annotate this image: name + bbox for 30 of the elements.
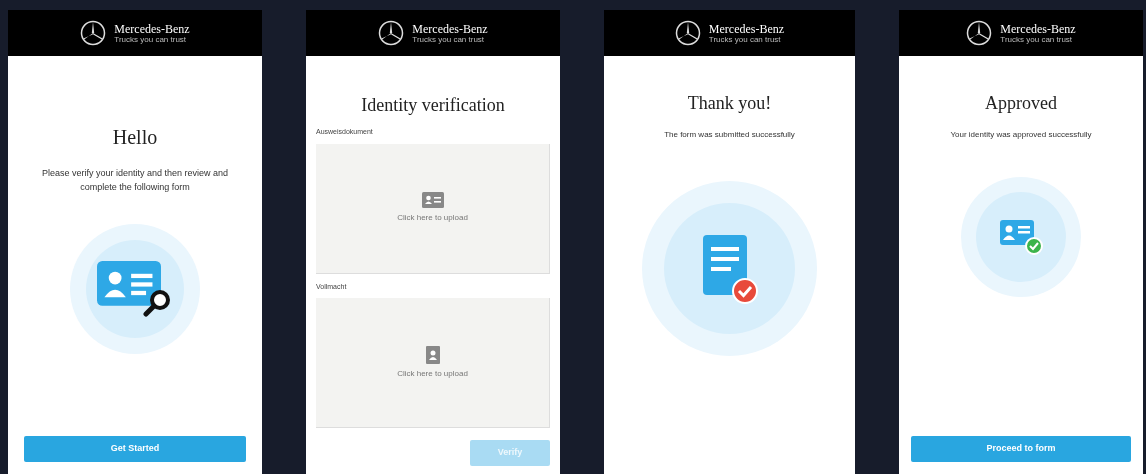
id-card-icon — [97, 261, 161, 306]
upload-area[interactable]: Click here to upload — [316, 298, 550, 428]
star-logo-icon — [674, 20, 701, 46]
id-card-check-drawing — [998, 218, 1044, 256]
search-icon — [143, 287, 173, 317]
screen-message: Please verify your identity and then review and complete the following form — [40, 167, 230, 194]
screen-title: Approved — [985, 92, 1057, 115]
brand-tagline: Trucks you can trust — [412, 35, 486, 44]
action-button[interactable]: Get Started — [24, 436, 246, 462]
badge-icon — [425, 345, 440, 364]
brand-tagline: Trucks you can trust — [708, 35, 782, 44]
brand-name: Mercedes-Benz — [708, 22, 785, 35]
star-logo-icon — [80, 20, 107, 46]
action-button[interactable]: Proceed to form — [911, 436, 1131, 462]
upload-hint: Click here to upload — [397, 367, 468, 380]
upload-area[interactable]: Click here to upload — [316, 143, 550, 274]
star-logo-icon — [378, 20, 405, 46]
brand-tagline: Trucks you can trust — [114, 35, 188, 44]
id-card-icon — [421, 192, 444, 208]
brand-name: Mercedes-Benz — [412, 22, 488, 35]
brand-name: Mercedes-Benz — [114, 22, 190, 35]
brand-name: Mercedes-Benz — [1000, 22, 1076, 35]
upload-hint: Click here to upload — [397, 212, 468, 224]
screen-message: Your identity was approved successfully — [950, 129, 1092, 141]
screen-title: Identity verification — [360, 94, 506, 117]
screen-message: The form was submitted successfully — [664, 129, 795, 141]
screen-title: Hello — [112, 125, 158, 150]
brand-tagline: Trucks you can trust — [1000, 35, 1074, 44]
screen-title: Thank you! — [687, 92, 772, 115]
star-logo-icon — [966, 20, 993, 46]
